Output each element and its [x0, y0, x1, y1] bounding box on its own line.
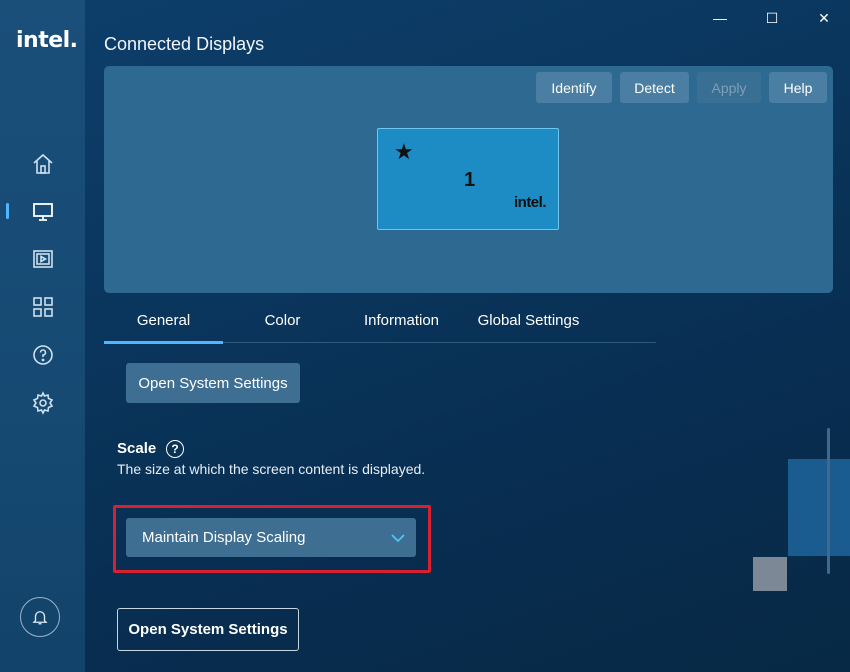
- detect-button[interactable]: Detect: [620, 72, 689, 103]
- help-button[interactable]: Help: [769, 72, 827, 103]
- home-icon[interactable]: [30, 151, 56, 177]
- scale-label: Scale: [117, 440, 157, 457]
- page-title: Connected Displays: [104, 34, 265, 54]
- notifications-button[interactable]: [20, 597, 60, 637]
- open-system-settings-button[interactable]: Open System Settings: [126, 363, 300, 403]
- display-toolbar: Identify Detect Apply Help: [536, 72, 827, 103]
- monitor-1[interactable]: ★ 1 intel.: [377, 128, 559, 230]
- primary-star-icon: ★: [394, 139, 414, 164]
- intel-logo: intel.: [16, 28, 78, 53]
- chevron-down-icon: [391, 534, 405, 543]
- tab-color[interactable]: Color: [223, 312, 342, 329]
- apply-button[interactable]: Apply: [697, 72, 761, 103]
- maximize-button[interactable]: ☐: [746, 6, 798, 30]
- display-icon[interactable]: [30, 198, 56, 224]
- scale-description: The size at which the screen content is …: [117, 461, 426, 477]
- tab-general[interactable]: General: [104, 312, 223, 329]
- tab-bar: General Color Information Global Setting…: [104, 302, 654, 344]
- active-tab-indicator: [104, 341, 223, 344]
- tab-information[interactable]: Information: [342, 312, 461, 329]
- apps-icon[interactable]: [30, 294, 56, 320]
- identify-button[interactable]: Identify: [536, 72, 612, 103]
- active-indicator: [6, 203, 9, 219]
- tab-global-settings[interactable]: Global Settings: [461, 312, 596, 329]
- bell-icon: [32, 611, 48, 625]
- decorative-block: [788, 459, 850, 556]
- scale-dropdown-value: Maintain Display Scaling: [142, 529, 306, 546]
- scale-help-icon[interactable]: ?: [166, 440, 184, 458]
- monitor-intel-logo: intel.: [513, 194, 547, 211]
- display-arrangement-panel: Identify Detect Apply Help ★ 1 intel.: [104, 66, 833, 293]
- video-icon[interactable]: [30, 246, 56, 272]
- scrollbar[interactable]: [827, 428, 830, 574]
- open-system-settings-button-outline[interactable]: Open System Settings: [117, 608, 299, 651]
- help-icon[interactable]: [30, 342, 56, 368]
- window-controls: — ☐ ✕: [694, 6, 850, 30]
- settings-icon[interactable]: [30, 390, 56, 416]
- minimize-button[interactable]: —: [694, 6, 746, 30]
- sidebar: intel.: [0, 0, 85, 672]
- monitor-number: 1: [464, 169, 476, 191]
- scale-dropdown[interactable]: Maintain Display Scaling: [126, 518, 416, 557]
- close-button[interactable]: ✕: [798, 6, 850, 30]
- decorative-square: [753, 557, 787, 591]
